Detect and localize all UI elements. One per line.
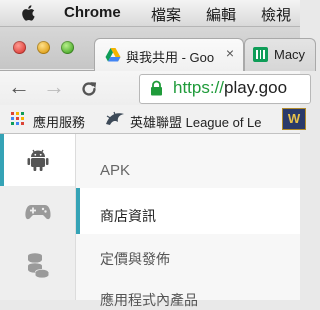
coins-icon[interactable] xyxy=(26,252,50,278)
nav-item-apk[interactable]: APK xyxy=(100,162,130,179)
url-host: play.goo xyxy=(224,78,288,97)
bookmark-apps[interactable]: 應用服務 xyxy=(33,112,85,131)
bookmark-wow-icon[interactable]: W xyxy=(282,108,306,130)
rail-active-indicator xyxy=(0,134,4,186)
window-zoom-button[interactable] xyxy=(61,41,74,54)
tab-title: 與我共用 - Goo xyxy=(126,50,215,65)
reload-icon[interactable] xyxy=(79,79,99,99)
menu-app-name[interactable]: Chrome xyxy=(64,4,121,21)
tab-close-icon[interactable]: × xyxy=(226,45,234,61)
menu-bar xyxy=(0,0,300,27)
android-icon[interactable] xyxy=(27,148,49,172)
window-close-button[interactable] xyxy=(13,41,26,54)
apple-icon[interactable] xyxy=(20,3,38,23)
back-button[interactable]: ← xyxy=(8,75,30,99)
menu-file[interactable]: 檔案 xyxy=(151,4,181,25)
forward-button[interactable]: → xyxy=(43,75,65,99)
lock-icon xyxy=(151,80,162,96)
tab-sheets[interactable]: Macy xyxy=(244,38,316,71)
nav-active-indicator xyxy=(76,188,80,234)
url-scheme: https:// xyxy=(173,78,225,97)
nav-item-pricing[interactable]: 定價與發佈 xyxy=(100,249,170,269)
tab-title: Macy xyxy=(274,47,306,62)
nav-item-in-app-products[interactable]: 應用程式內產品 xyxy=(100,290,198,310)
window-minimize-button[interactable] xyxy=(37,41,50,54)
bookmark-league[interactable]: 英雄聯盟 League of Le xyxy=(130,112,262,131)
url-text[interactable]: https://play.goo xyxy=(173,78,287,98)
apps-grid-icon[interactable] xyxy=(11,112,25,126)
nav-item-store-listing-label[interactable]: 商店資訊 xyxy=(100,206,156,226)
google-drive-icon xyxy=(105,48,121,62)
google-sheets-icon xyxy=(253,47,268,62)
dragon-icon xyxy=(106,111,124,125)
gamepad-icon[interactable] xyxy=(25,202,51,222)
menu-view[interactable]: 檢視 xyxy=(261,4,291,25)
menu-edit[interactable]: 編輯 xyxy=(206,4,236,25)
tab-drive[interactable]: 與我共用 - Goo × xyxy=(94,38,244,71)
